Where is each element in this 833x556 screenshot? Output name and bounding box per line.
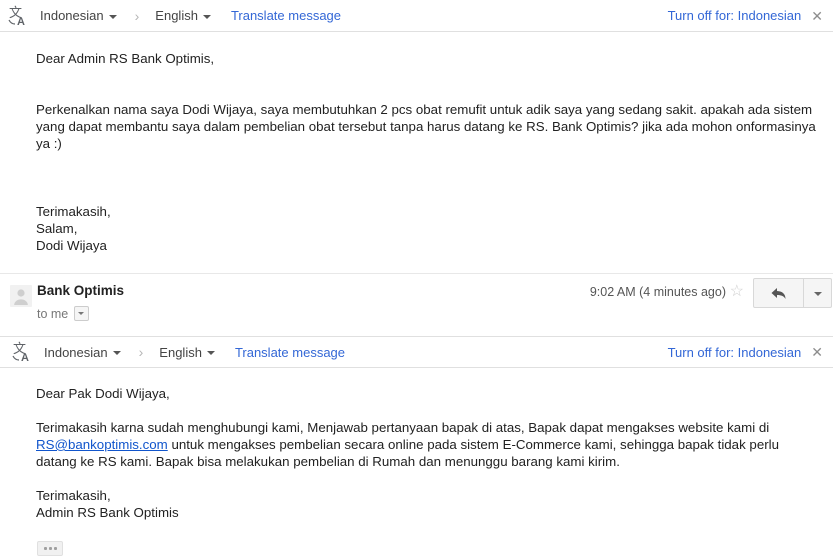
- reply-button-group: [753, 278, 832, 308]
- target-language-label: English: [155, 8, 198, 23]
- translate-bar-top: 文 A Indonesian › English Translate messa…: [0, 0, 833, 32]
- message-one-signoff-3: Dodi Wijaya: [36, 238, 107, 253]
- message-two-body: Dear Pak Dodi Wijaya, Terimakasih karna …: [0, 368, 833, 521]
- svg-text:A: A: [21, 352, 29, 363]
- source-language-label: Indonesian: [44, 344, 108, 360]
- message-one-signoff-1: Terimakasih,: [36, 204, 111, 219]
- message-two-greeting: Dear Pak Dodi Wijaya,: [36, 386, 170, 401]
- chevron-down-icon: [813, 292, 822, 296]
- message-one-paragraph: Perkenalkan nama saya Dodi Wijaya, saya …: [36, 102, 816, 151]
- chevron-down-icon: [112, 351, 121, 355]
- star-icon[interactable]: ☆: [730, 284, 744, 300]
- turn-off-translation-link[interactable]: Turn off for: Indonesian: [668, 345, 802, 360]
- translate-icon: 文 A: [8, 5, 30, 27]
- show-trimmed-content-button[interactable]: [37, 541, 63, 556]
- sender-name[interactable]: Bank Optimis: [37, 283, 124, 298]
- source-language-label: Indonesian: [40, 8, 104, 23]
- message-two-signoff-1: Terimakasih,: [36, 488, 111, 503]
- language-arrow-separator: ›: [134, 7, 140, 24]
- translate-message-link[interactable]: Translate message: [231, 8, 341, 23]
- translate-icon: 文 A: [12, 341, 34, 363]
- close-icon[interactable]: ✕: [811, 345, 823, 359]
- message-one-greeting: Dear Admin RS Bank Optimis,: [36, 51, 215, 66]
- recipient-label: to me: [37, 306, 69, 321]
- more-options-button[interactable]: [804, 278, 832, 308]
- target-language-button[interactable]: English: [157, 343, 217, 362]
- close-icon[interactable]: ✕: [811, 9, 823, 23]
- message-one-signoff-2: Salam,: [36, 221, 78, 236]
- reply-button[interactable]: [753, 278, 804, 308]
- dot-icon: [43, 547, 47, 550]
- message-header-row: Bank Optimis to me 9:02 AM (4 minutes ag…: [0, 274, 833, 336]
- target-language-label: English: [159, 344, 202, 360]
- translate-bar-bottom: 文 A Indonesian › English Translate messa…: [0, 336, 833, 368]
- recipient-line: to me: [37, 306, 90, 321]
- chevron-down-icon: [202, 14, 211, 19]
- source-language-button[interactable]: Indonesian: [42, 343, 123, 362]
- svg-text:A: A: [17, 16, 25, 27]
- message-two-signoff-2: Admin RS Bank Optimis: [36, 505, 179, 520]
- chevron-down-icon: [206, 351, 215, 355]
- message-two-paragraph-pre: Terimakasih karna sudah menghubungi kami…: [36, 420, 770, 435]
- target-language-button[interactable]: English: [153, 6, 213, 25]
- source-language-button[interactable]: Indonesian: [38, 6, 119, 25]
- dot-icon: [48, 547, 52, 550]
- dot-icon: [53, 547, 57, 550]
- language-arrow-separator: ›: [138, 344, 144, 360]
- recipient-details-chevron-down-icon[interactable]: [74, 306, 90, 321]
- message-two-paragraph: Terimakasih karna sudah menghubungi kami…: [36, 419, 817, 470]
- translate-message-link[interactable]: Translate message: [235, 345, 345, 360]
- message-timestamp: 9:02 AM (4 minutes ago): [589, 285, 726, 299]
- chevron-down-icon: [108, 14, 117, 19]
- avatar[interactable]: [10, 285, 32, 307]
- reply-arrow-icon: [771, 287, 786, 299]
- turn-off-translation-link[interactable]: Turn off for: Indonesian: [668, 8, 802, 23]
- message-one-body: Dear Admin RS Bank Optimis, Perkenalkan …: [0, 32, 833, 254]
- bankoptimis-email-link[interactable]: RS@bankoptimis.com: [36, 437, 168, 452]
